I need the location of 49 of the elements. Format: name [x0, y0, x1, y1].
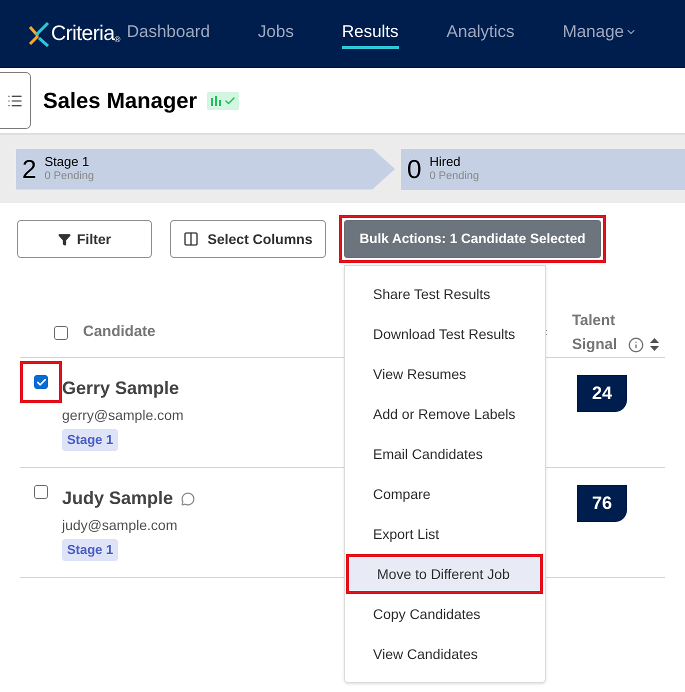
nav-tab[interactable]: Results	[342, 18, 399, 50]
filter-icon	[58, 232, 71, 246]
candidate-name[interactable]: Judy Sample	[62, 485, 174, 512]
talent-signal-score: 24	[577, 375, 627, 412]
checkbox[interactable]	[54, 326, 68, 340]
logo-text: Criteria	[51, 21, 114, 48]
checkbox[interactable]	[34, 485, 48, 499]
stage-name: Stage 1	[44, 154, 90, 169]
menu-item[interactable]: Compare	[345, 474, 545, 514]
registered-mark: ®	[114, 35, 120, 46]
menu-item[interactable]: View Candidates	[345, 634, 545, 674]
bulk-actions-button[interactable]: Bulk Actions: 1 Candidate Selected	[344, 220, 601, 258]
select-columns-button[interactable]: Select Columns	[170, 220, 326, 258]
candidate-name[interactable]: Gerry Sample	[62, 375, 180, 402]
columns-icon	[183, 231, 200, 247]
bar-chart-icon	[210, 95, 222, 106]
stage-name: Hired	[429, 154, 462, 169]
check-icon	[224, 94, 236, 106]
menu-button[interactable]	[0, 72, 31, 129]
checkbox[interactable]	[34, 375, 48, 389]
stage-count: 0	[407, 152, 422, 186]
stage-tag: Stage 1	[62, 429, 118, 450]
candidate-email: judy@sample.com	[62, 516, 178, 535]
info-icon	[628, 336, 644, 352]
menu-item[interactable]: Email Candidates	[345, 434, 545, 474]
nav-tab[interactable]: Dashboard	[126, 18, 210, 50]
menu-item[interactable]: Add or Remove Labels	[345, 394, 545, 434]
column-header[interactable]: Talent Signal	[572, 308, 622, 356]
talent-signal-score: 76	[577, 485, 627, 522]
menu-item[interactable]: Share Test Results	[345, 274, 545, 314]
nav-tab[interactable]: Analytics	[446, 18, 515, 50]
filter-button[interactable]: Filter	[17, 220, 152, 258]
comment-icon[interactable]	[181, 492, 196, 506]
nav-tab[interactable]: Jobs	[258, 18, 294, 50]
menu-icon	[7, 92, 23, 108]
menu-item[interactable]: Download Test Results	[345, 314, 545, 354]
logo-icon	[27, 21, 51, 47]
stage-tag: Stage 1	[62, 539, 118, 560]
job-title: Sales Manager	[43, 87, 198, 115]
candidate-email: gerry@sample.com	[62, 406, 184, 425]
menu-item[interactable]: Copy Candidates	[345, 594, 545, 634]
stage-pending: 0 Pending	[429, 169, 480, 184]
menu-item[interactable]: Move to Different Job	[346, 554, 543, 594]
menu-item[interactable]: Export List	[345, 514, 545, 554]
menu-item[interactable]: View Resumes	[345, 354, 545, 394]
sort-icon[interactable]	[650, 338, 659, 350]
stage-count: 2	[22, 152, 36, 186]
stage-pending: 0 Pending	[44, 169, 94, 184]
nav-tab[interactable]: Manage	[562, 18, 637, 50]
